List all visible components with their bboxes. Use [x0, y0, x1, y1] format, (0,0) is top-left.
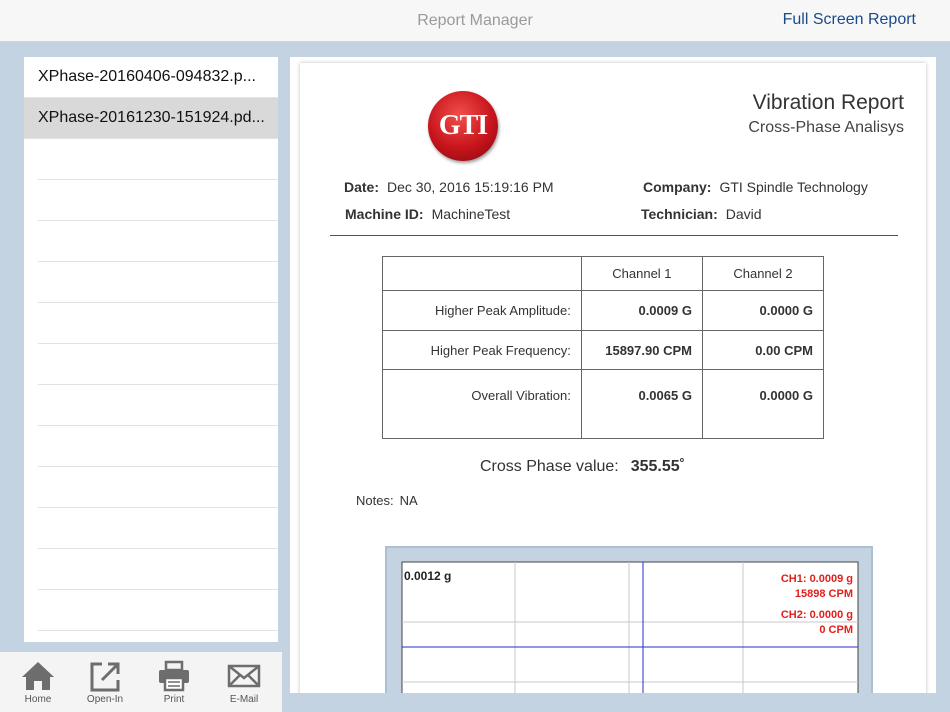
channel-table: Channel 1 Channel 2 Higher Peak Amplitud…	[382, 256, 825, 439]
home-button[interactable]: Home	[8, 660, 68, 705]
empty-list-row	[38, 385, 278, 426]
cross-phase-value: 355.55˚	[630, 458, 685, 475]
open-in-button[interactable]: Open-In	[75, 660, 135, 705]
report-title: Vibration Report	[752, 91, 904, 114]
file-list-item-selected[interactable]: XPhase-20161230-151924.pd...	[24, 98, 278, 139]
technician-label: Technician:	[641, 206, 718, 222]
notes-value: NA	[399, 493, 418, 508]
table-row: Higher Peak Frequency: 15897.90 CPM 0.00…	[382, 330, 825, 370]
empty-list-row	[38, 426, 278, 467]
table-row-label: Overall Vibration:	[382, 369, 582, 439]
header-divider	[330, 235, 898, 236]
empty-list-row	[38, 508, 278, 549]
email-label: E-Mail	[229, 694, 259, 705]
cross-phase-line: Cross Phase value: 355.55˚	[480, 458, 685, 476]
notes-label: Notes:	[356, 493, 394, 508]
open-in-label: Open-In	[86, 694, 124, 705]
ch1-amplitude-label: CH1: 0.0009 g	[781, 573, 853, 585]
report-subtitle: Cross-Phase Analisys	[748, 119, 904, 136]
empty-list-row	[38, 467, 278, 508]
email-button[interactable]: E-Mail	[214, 660, 274, 705]
table-row: Overall Vibration: 0.0065 G 0.0000 G	[382, 369, 825, 439]
open-in-icon	[90, 662, 120, 692]
ch1-frequency-label: 15898 CPM	[795, 588, 853, 600]
machine-id-label: Machine ID:	[345, 206, 424, 222]
logo-text: GTI	[438, 110, 488, 141]
company-value: GTI Spindle Technology	[719, 179, 868, 195]
empty-list-row	[38, 344, 278, 385]
table-row: Higher Peak Amplitude: 0.0009 G 0.0000 G	[382, 290, 825, 331]
notes-line: Notes: NA	[356, 493, 418, 508]
date-field: Date: Dec 30, 2016 15:19:16 PM	[344, 179, 554, 195]
bottom-toolbar: Home Open-In Print E-Mail	[0, 651, 282, 712]
spectrum-plot: 0.0012 g CH1: 0.0009 g 15898 CPM CH2: 0.…	[401, 561, 859, 693]
table-row-label: Higher Peak Frequency:	[382, 330, 582, 370]
table-row-label: Higher Peak Amplitude:	[382, 290, 582, 331]
report-file-list: XPhase-20160406-094832.p... XPhase-20161…	[24, 57, 278, 642]
machine-id-value: MachineTest	[431, 206, 511, 222]
empty-list-row	[38, 590, 278, 631]
print-button[interactable]: Print	[144, 660, 204, 705]
table-cell: 15897.90 CPM	[580, 330, 703, 370]
cross-phase-label: Cross Phase value:	[480, 458, 619, 475]
empty-list-row	[38, 549, 278, 590]
table-cell: 0.0065 G	[580, 369, 703, 439]
table-cell: 0.0000 G	[701, 369, 825, 439]
table-header-cell: Channel 2	[701, 256, 825, 291]
empty-list-row	[38, 180, 278, 221]
report-page: GTI Vibration Report Cross-Phase Analisy…	[300, 63, 926, 693]
printer-icon	[159, 660, 189, 692]
table-header-cell	[382, 256, 582, 291]
company-field: Company: GTI Spindle Technology	[643, 179, 868, 195]
ch2-amplitude-label: CH2: 0.0000 g	[781, 609, 853, 621]
spectrum-chart: 0.0012 g CH1: 0.0009 g 15898 CPM CH2: 0.…	[385, 546, 873, 693]
home-label: Home	[24, 694, 52, 705]
full-screen-report-button[interactable]: Full Screen Report	[783, 11, 916, 29]
y-max-label: 0.0012 g	[404, 569, 451, 583]
table-cell: 0.0009 G	[580, 290, 703, 331]
navigation-bar: Report Manager Full Screen Report	[0, 0, 950, 42]
empty-list-row	[38, 631, 278, 642]
table-header-row: Channel 1 Channel 2	[382, 256, 825, 291]
file-list-item[interactable]: XPhase-20160406-094832.p...	[24, 57, 278, 98]
table-header-cell: Channel 1	[580, 256, 703, 291]
empty-list-row	[38, 303, 278, 344]
date-value: Dec 30, 2016 15:19:16 PM	[387, 179, 554, 195]
gti-logo: GTI	[428, 91, 498, 161]
empty-list-row	[38, 221, 278, 262]
technician-field: Technician: David	[641, 206, 762, 222]
company-label: Company:	[643, 179, 712, 195]
empty-list-row	[38, 262, 278, 303]
date-label: Date:	[344, 179, 380, 195]
mail-icon	[227, 664, 261, 688]
table-cell: 0.0000 G	[701, 290, 825, 331]
report-preview[interactable]: GTI Vibration Report Cross-Phase Analisy…	[290, 57, 936, 693]
table-cell: 0.00 CPM	[701, 330, 825, 370]
empty-list-row	[38, 139, 278, 180]
ch2-frequency-label: 0 CPM	[819, 624, 853, 636]
machine-id-field: Machine ID: MachineTest	[345, 206, 510, 222]
print-label: Print	[163, 694, 185, 705]
technician-value: David	[725, 206, 762, 222]
home-icon	[22, 662, 54, 690]
